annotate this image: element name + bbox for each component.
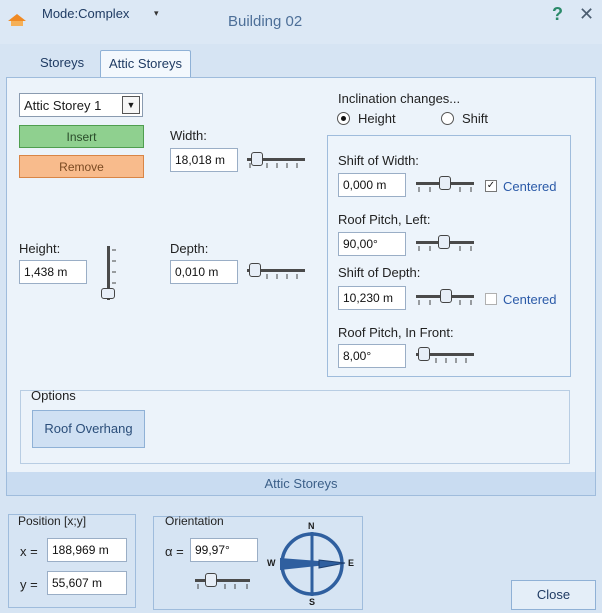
- position-title: Position [x;y]: [18, 514, 87, 528]
- shift-width-label: Shift of Width:: [338, 153, 419, 168]
- centered-depth-label[interactable]: Centered: [503, 292, 556, 307]
- alpha-label: α =: [165, 544, 184, 559]
- shift-width-slider[interactable]: [416, 175, 476, 195]
- roof-pitch-left-label: Roof Pitch, Left:: [338, 212, 431, 227]
- roof-pitch-left-field[interactable]: 90,00°: [338, 232, 406, 256]
- roof-pitch-front-label: Roof Pitch, In Front:: [338, 325, 454, 340]
- orientation-slider[interactable]: [195, 572, 255, 592]
- roof-overhang-button[interactable]: Roof Overhang: [32, 410, 145, 448]
- tab-attic-storeys[interactable]: Attic Storeys: [100, 50, 191, 78]
- compass-south-label: S: [309, 597, 316, 607]
- height-slider[interactable]: [98, 244, 122, 304]
- x-field[interactable]: 188,969 m: [47, 538, 127, 562]
- compass-north-label: N: [308, 521, 315, 531]
- depth-field[interactable]: 0,010 m: [170, 260, 238, 284]
- centered-width-checkbox[interactable]: ✓: [485, 180, 497, 192]
- shift-depth-label: Shift of Depth:: [338, 265, 421, 280]
- radio-height[interactable]: [337, 112, 350, 125]
- inclination-title: Inclination changes...: [338, 91, 461, 106]
- radio-shift[interactable]: [441, 112, 454, 125]
- roof-pitch-left-slider[interactable]: [416, 234, 476, 254]
- shift-width-field[interactable]: 0,000 m: [338, 173, 406, 197]
- height-field[interactable]: 1,438 m: [19, 260, 87, 284]
- height-slider-thumb[interactable]: [101, 288, 115, 299]
- mode-menu-button[interactable]: Mode:Complex: [42, 6, 129, 21]
- roof-pitch-front-field[interactable]: 8,00°: [338, 344, 406, 368]
- window-title: Building 02: [228, 13, 303, 30]
- y-field[interactable]: 55,607 m: [47, 571, 127, 595]
- y-label: y =: [20, 577, 38, 592]
- compass-west-label: W: [267, 558, 276, 568]
- attic-storey-select-value: Attic Storey 1: [24, 98, 102, 113]
- width-label: Width:: [170, 128, 207, 143]
- compass-widget[interactable]: N E S W: [267, 521, 357, 609]
- panel-footer-title: Attic Storeys: [7, 472, 595, 495]
- alpha-field[interactable]: 99,97°: [190, 538, 258, 562]
- chevron-down-icon[interactable]: ▾: [154, 8, 159, 19]
- help-button[interactable]: ?: [552, 4, 563, 25]
- dropdown-arrow-icon[interactable]: ▼: [122, 96, 140, 114]
- attic-storey-select[interactable]: Attic Storey 1 ▼: [19, 93, 143, 117]
- compass-east-label: E: [348, 558, 355, 568]
- centered-depth-checkbox[interactable]: [485, 293, 497, 305]
- radio-height-label[interactable]: Height: [358, 111, 396, 126]
- centered-width-label[interactable]: Centered: [503, 179, 556, 194]
- remove-button[interactable]: Remove: [19, 155, 144, 178]
- close-button[interactable]: Close: [511, 580, 596, 610]
- height-label: Height:: [19, 241, 61, 256]
- insert-button[interactable]: Insert: [19, 125, 144, 148]
- x-label: x =: [20, 544, 38, 559]
- tab-storeys[interactable]: Storeys: [32, 50, 92, 76]
- shift-depth-slider[interactable]: [416, 288, 476, 308]
- depth-label: Depth:: [170, 241, 209, 256]
- inclination-group: [327, 135, 571, 377]
- options-title: Options: [31, 388, 76, 403]
- roof-pitch-front-slider[interactable]: [416, 346, 476, 366]
- width-slider[interactable]: [247, 151, 307, 171]
- width-field[interactable]: 18,018 m: [170, 148, 238, 172]
- app-logo-icon[interactable]: [6, 11, 28, 29]
- radio-shift-label[interactable]: Shift: [462, 111, 488, 126]
- close-window-button[interactable]: ✕: [579, 4, 594, 25]
- orientation-title: Orientation: [165, 514, 224, 528]
- depth-slider[interactable]: [247, 262, 307, 282]
- shift-depth-field[interactable]: 10,230 m: [338, 286, 406, 310]
